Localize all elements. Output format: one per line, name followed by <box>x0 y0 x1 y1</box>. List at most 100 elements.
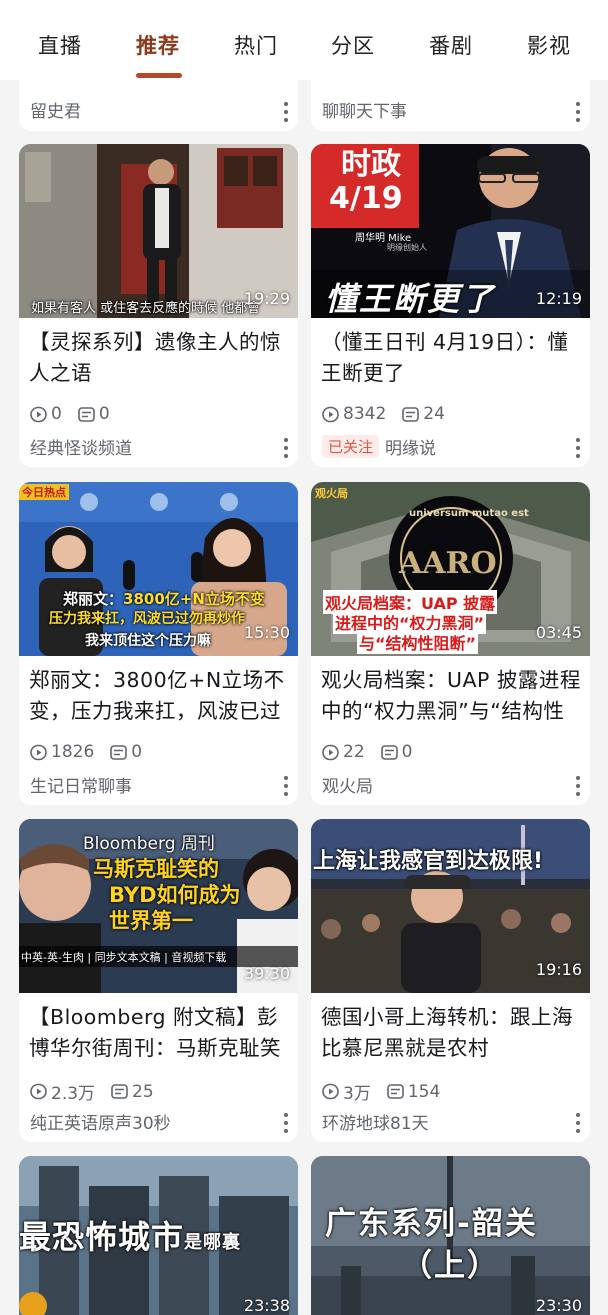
video-thumbnail[interactable]: 今日热点 郑丽文：3800亿+N立场不变 压力我来扛，风波已过勿再炒作 我来顶住… <box>19 482 298 656</box>
more-vertical-icon[interactable] <box>576 102 580 122</box>
thumbnail-caption-2: （上） <box>401 1248 500 1284</box>
video-title[interactable]: 德国小哥上海转机：跟上海比慕尼黑就是农村 <box>321 1002 583 1064</box>
video-thumbnail[interactable]: 最恐怖城市是哪裏 23:38 <box>19 1156 298 1315</box>
video-author[interactable]: 生记日常聊事 <box>30 772 132 797</box>
video-feed: ▷ 6 ▤ 0 留史君 ▷ 157 ▤ 0 聊聊天下事 <box>0 0 608 1315</box>
more-vertical-icon[interactable] <box>284 102 288 122</box>
video-author[interactable]: 经典怪谈频道 <box>30 434 132 459</box>
thumbnail-arc-text: universum mutao est <box>409 508 529 519</box>
video-duration: 19:16 <box>535 960 582 979</box>
video-thumbnail[interactable]: 广东系列-韶关 （上） 23:30 <box>311 1156 590 1315</box>
video-card[interactable]: 今日热点 郑丽文：3800亿+N立场不变 压力我来扛，风波已过勿再炒作 我来顶住… <box>19 482 298 805</box>
thumbnail-caption-1: 郑丽文：3800亿+N立场不变 <box>63 590 265 608</box>
video-stats: 2.3万 25 <box>30 1079 154 1104</box>
play-circle-icon <box>322 406 339 422</box>
video-card[interactable]: 最恐怖城市是哪裏 23:38 <box>19 1156 298 1315</box>
thumbnail-caption: 懂王断更了 <box>325 280 496 318</box>
play-circle-icon <box>30 406 47 422</box>
video-card[interactable]: 广东系列-韶关 （上） 23:30 <box>311 1156 590 1315</box>
thumbnail-caption: 最恐怖城市是哪裏 <box>19 1218 242 1256</box>
video-stats: 1826 0 <box>30 742 142 762</box>
video-stats: 0 0 <box>30 404 110 424</box>
tab-categories[interactable]: 分区 <box>331 30 375 60</box>
video-thumbnail[interactable]: 时政 4/19 周华明 Mike 明缘创始人 懂王断更了 12:19 <box>311 144 590 318</box>
thumbnail-caption-4: 世界第一 <box>109 909 193 933</box>
danmaku-icon <box>387 1084 404 1099</box>
video-author[interactable]: 纯正英语原声30秒 <box>30 1109 171 1134</box>
card-author: 留史君 <box>30 102 81 122</box>
danmaku-icon <box>110 744 128 760</box>
video-author[interactable]: 已关注 明缘说 <box>322 434 436 459</box>
thumbnail-logo: AARO <box>399 546 497 581</box>
view-count: 1826 <box>51 742 95 762</box>
video-title[interactable]: 【Bloomberg 附文稿】彭博华尔街周刊：马斯克耻笑的BYD如何成为世界第一 <box>29 1002 291 1064</box>
thumbnail-tag: 观火局 <box>315 487 348 500</box>
video-title[interactable]: （懂王日刊 4月19日）：懂王断更了 <box>321 327 583 389</box>
tab-hot[interactable]: 热门 <box>234 30 278 60</box>
video-stats: 8342 24 <box>322 404 445 424</box>
tab-live[interactable]: 直播 <box>38 30 82 60</box>
video-card[interactable]: 如果有客人 或住客去反應的時候 他都會 19:29 【灵探系列】遗像主人的惊人之… <box>19 144 298 467</box>
play-circle-icon <box>322 744 339 760</box>
danmaku-count: 0 <box>401 742 413 762</box>
author-name: 环游地球81天 <box>322 1114 429 1134</box>
danmaku-count: 24 <box>423 404 445 424</box>
thumbnail-caption-1: Bloomberg 周刊 <box>83 834 215 854</box>
danmaku-count: 0 <box>98 404 110 424</box>
play-circle-icon <box>30 1083 47 1100</box>
tab-recommend[interactable]: 推荐 <box>136 30 180 60</box>
video-thumbnail[interactable]: 如果有客人 或住客去反應的時候 他都會 19:29 <box>19 144 298 318</box>
view-count: 2.3万 <box>51 1084 96 1104</box>
view-count: 8342 <box>343 404 387 424</box>
thumbnail-caption-1: 广东系列-韶关 <box>325 1206 538 1242</box>
video-duration: 03:45 <box>535 623 582 642</box>
more-vertical-icon[interactable] <box>576 1113 580 1133</box>
video-duration: 23:30 <box>535 1296 582 1315</box>
video-card[interactable]: 观火局 universum mutao est AARO 观火局档案：UAP 披… <box>311 482 590 805</box>
video-thumbnail[interactable]: Bloomberg 周刊 马斯克耻笑的 BYD如何成为 世界第一 中英-英-生肉… <box>19 819 298 993</box>
danmaku-icon <box>111 1084 128 1099</box>
author-name: 纯正英语原声30秒 <box>30 1114 171 1134</box>
thumbnail-sub: 明缘创始人 <box>387 243 427 252</box>
danmaku-count: 154 <box>407 1081 441 1102</box>
video-stats: 22 0 <box>322 742 412 762</box>
video-title[interactable]: 观火局档案：UAP 披露进程中的“权力黑洞”与“结构性阻断” <box>321 665 583 727</box>
tab-anime[interactable]: 番剧 <box>429 30 473 60</box>
author-name: 明缘说 <box>385 439 437 459</box>
view-count: 3万 <box>343 1084 371 1104</box>
play-circle-icon <box>322 1083 339 1100</box>
play-circle-icon <box>30 744 47 760</box>
thumbnail-caption: 如果有客人 或住客去反應的時候 他都會 <box>31 301 261 316</box>
more-vertical-icon[interactable] <box>284 438 288 458</box>
video-thumbnail[interactable]: 观火局 universum mutao est AARO 观火局档案：UAP 披… <box>311 482 590 656</box>
view-count: 0 <box>51 404 62 424</box>
video-duration: 19:29 <box>243 289 290 308</box>
followed-badge: 已关注 <box>322 435 380 458</box>
more-vertical-icon[interactable] <box>284 1113 288 1133</box>
thumbnail-caption-3: 与“结构性阻断” <box>357 630 479 654</box>
more-vertical-icon[interactable] <box>284 776 288 796</box>
video-card[interactable]: 上海让我感官到达极限! 19:16 德国小哥上海转机：跟上海比慕尼黑就是农村 3… <box>311 819 590 1142</box>
more-vertical-icon[interactable] <box>576 776 580 796</box>
video-title[interactable]: 郑丽文：3800亿+N立场不变，压力我来扛，风波已过勿再炒作 <box>29 665 291 727</box>
thumbnail-info-bar: 中英-英-生肉 | 同步文本文稿 | 音视频下载 <box>21 951 227 964</box>
video-duration: 12:19 <box>535 289 582 308</box>
author-name: 经典怪谈频道 <box>30 439 132 459</box>
video-author[interactable]: 环游地球81天 <box>322 1109 429 1134</box>
card-author: 聊聊天下事 <box>322 102 407 122</box>
top-tab-bar: 直播 推荐 热门 分区 番剧 影视 <box>0 0 608 80</box>
author-name: 观火局 <box>322 777 373 797</box>
video-thumbnail[interactable]: 上海让我感官到达极限! 19:16 <box>311 819 590 993</box>
video-author[interactable]: 观火局 <box>322 772 373 797</box>
more-vertical-icon[interactable] <box>576 438 580 458</box>
danmaku-icon <box>78 406 95 422</box>
thumbnail-badge: 时政 4/19 <box>329 147 403 216</box>
video-card[interactable]: 时政 4/19 周华明 Mike 明缘创始人 懂王断更了 12:19 （懂王日刊… <box>311 144 590 467</box>
video-card[interactable]: Bloomberg 周刊 马斯克耻笑的 BYD如何成为 世界第一 中英-英-生肉… <box>19 819 298 1142</box>
active-tab-indicator <box>136 73 182 78</box>
tab-movies[interactable]: 影视 <box>527 30 571 60</box>
thumbnail-caption: 上海让我感官到达极限! <box>313 849 544 874</box>
video-duration: 15:30 <box>243 623 290 642</box>
video-title[interactable]: 【灵探系列】遗像主人的惊人之语 <box>29 327 291 389</box>
thumbnail-caption-3: 我来顶住这个压力嘛 <box>85 633 211 649</box>
